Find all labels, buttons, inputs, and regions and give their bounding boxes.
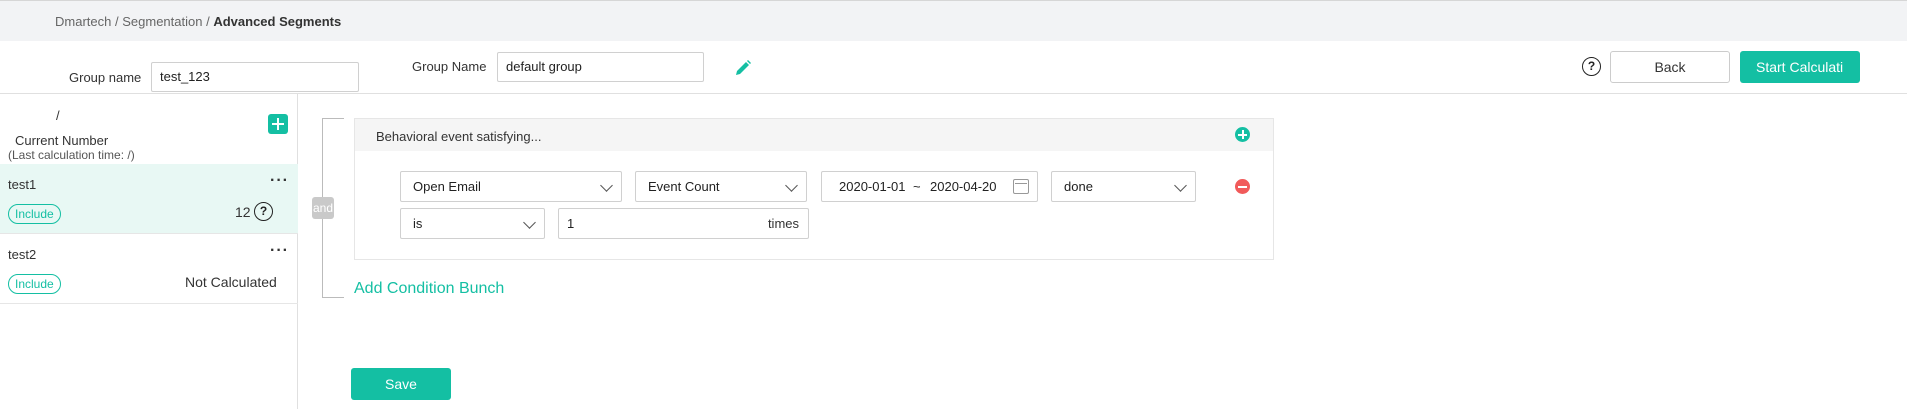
event-select[interactable]: Open Email	[400, 171, 622, 202]
group-count: Not Calculated	[185, 274, 277, 290]
breadcrumb-separator: /	[206, 14, 210, 29]
group-name-2-input[interactable]: default group	[497, 52, 704, 82]
group-name-input[interactable]: test_123	[151, 62, 359, 92]
group-name-label: Group name	[69, 70, 142, 85]
breadcrumb: Dmartech / Segmentation / Advanced Segme…	[55, 14, 341, 29]
group-sidebar: / Current Number (Last calculation time:…	[0, 94, 298, 409]
status-select-value: done	[1064, 179, 1093, 194]
breadcrumb-current: Advanced Segments	[213, 14, 342, 29]
operator-select-value: is	[413, 216, 423, 231]
date-to: 2020-04-20	[930, 179, 997, 194]
event-select-value: Open Email	[413, 179, 481, 194]
top-toolbar: Group name test_123 Group Name default g…	[0, 41, 1907, 94]
pencil-icon[interactable]	[733, 58, 753, 78]
add-condition-bunch-link[interactable]: Add Condition Bunch	[354, 280, 504, 298]
condition-header: Behavioral event satisfying...	[355, 119, 1273, 151]
current-number-label: Current Number	[15, 133, 109, 148]
times-unit: times	[767, 216, 799, 231]
save-button[interactable]: Save	[351, 368, 451, 400]
chevron-down-icon	[600, 179, 613, 192]
remove-condition-icon[interactable]	[1235, 179, 1250, 194]
group-item-test2[interactable]: test2 ··· Include Not Calculated	[0, 234, 298, 304]
metric-select[interactable]: Event Count	[635, 171, 807, 202]
calendar-icon	[1013, 179, 1029, 194]
sidebar-header: / Current Number (Last calculation time:…	[0, 94, 298, 164]
breadcrumb-bar: Dmartech / Segmentation / Advanced Segme…	[0, 0, 1907, 41]
help-icon[interactable]: ?	[254, 202, 273, 221]
breadcrumb-item-segmentation[interactable]: Segmentation	[122, 14, 202, 29]
group-item-name: test1	[8, 177, 37, 192]
date-range-picker[interactable]: 2020-01-01 ~ 2020-04-20	[821, 171, 1038, 202]
metric-select-value: Event Count	[648, 179, 720, 194]
add-group-icon[interactable]	[268, 114, 288, 134]
help-icon[interactable]: ?	[1582, 57, 1601, 76]
include-badge: Include	[8, 204, 61, 224]
group-item-name: test2	[8, 247, 37, 262]
include-badge: Include	[8, 274, 61, 294]
more-icon[interactable]: ···	[270, 172, 289, 190]
breadcrumb-separator: /	[114, 14, 119, 29]
last-calculation-time: (Last calculation time: /)	[8, 148, 135, 162]
current-number-value: /	[56, 108, 60, 123]
chevron-down-icon	[785, 179, 798, 192]
start-calculation-button[interactable]: Start Calculati	[1740, 51, 1860, 83]
add-condition-icon[interactable]	[1235, 127, 1250, 142]
condition-title: Behavioral event satisfying...	[376, 129, 542, 144]
breadcrumb-item-dmartech[interactable]: Dmartech	[55, 14, 111, 29]
date-separator: ~	[913, 179, 921, 194]
status-select[interactable]: done	[1051, 171, 1196, 202]
group-count: 12	[235, 204, 251, 220]
date-from: 2020-01-01	[839, 179, 906, 194]
operator-select[interactable]: is	[400, 208, 545, 239]
chevron-down-icon	[1174, 179, 1187, 192]
group-name-2-label: Group Name	[412, 59, 487, 74]
times-input[interactable]: 1 times	[558, 208, 809, 239]
more-icon[interactable]: ···	[270, 242, 289, 260]
chevron-down-icon	[523, 216, 536, 229]
condition-bunch: Behavioral event satisfying... Open Emai…	[354, 118, 1274, 260]
and-toggle[interactable]: and	[312, 197, 334, 219]
times-input-value: 1	[567, 216, 575, 231]
group-item-test1[interactable]: test1 ··· Include 12 ?	[0, 164, 298, 234]
back-button[interactable]: Back	[1610, 51, 1730, 83]
condition-editor: and Behavioral event satisfying... Open …	[298, 94, 1907, 409]
